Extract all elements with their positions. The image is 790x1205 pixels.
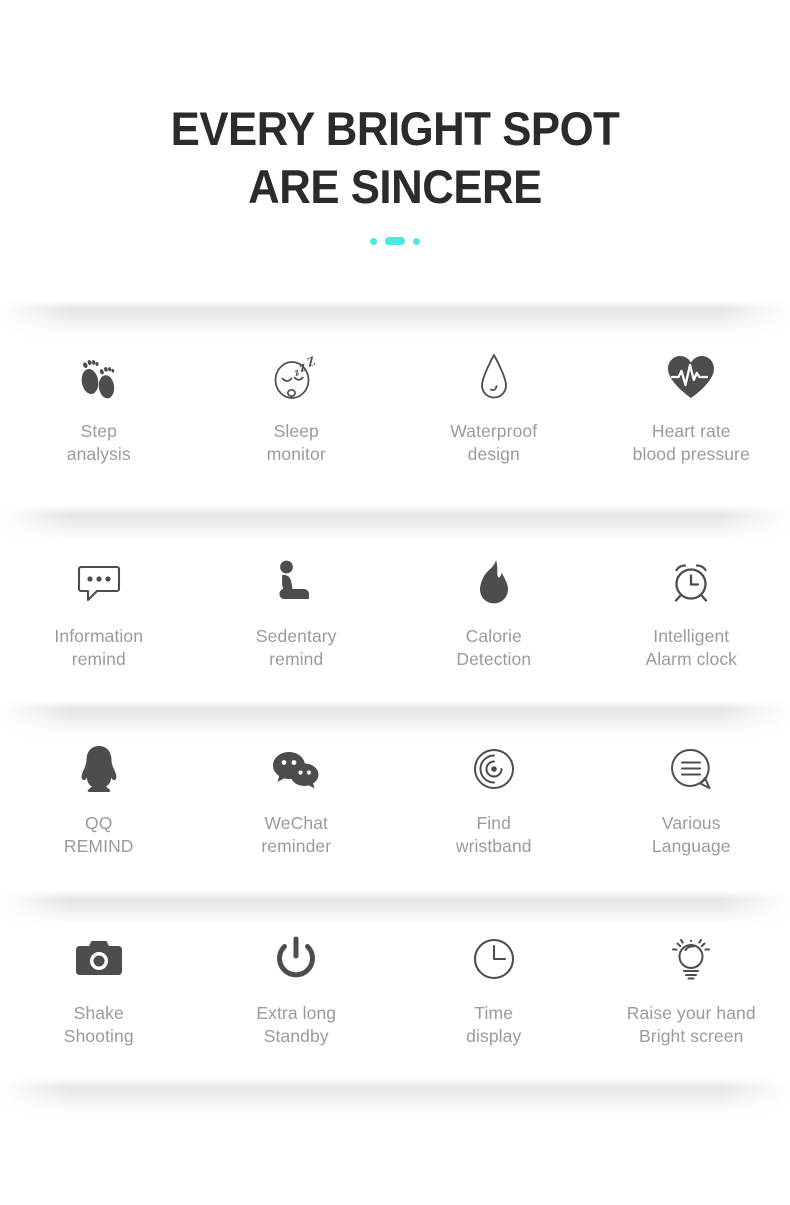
feature-heart-rate[interactable]: Heart rate blood pressure <box>593 348 790 466</box>
feature-intelligent-alarm-clock[interactable]: Intelligent Alarm clock <box>593 553 790 671</box>
feature-row-2: Information remind Sedentary remind Calo… <box>0 553 790 671</box>
feature-label: Sleep monitor <box>266 421 326 464</box>
feature-extra-long-standby[interactable]: Extra long Standby <box>198 930 396 1048</box>
feature-calorie-detection[interactable]: Calorie Detection <box>395 553 593 671</box>
feature-label: Time display <box>466 1003 522 1046</box>
sleeping-face-icon: z z Z <box>268 348 324 406</box>
feature-label: Shake Shooting <box>63 1003 134 1046</box>
light-bulb-icon <box>666 930 716 988</box>
feature-label: Intelligent Alarm clock <box>645 626 738 669</box>
feature-label: Extra long Standby <box>256 1003 337 1046</box>
feature-sleep-monitor[interactable]: z z Z Sleep monitor <box>198 348 396 466</box>
feature-label: Raise your hand Bright screen <box>626 1003 756 1046</box>
feature-find-wristband[interactable]: Find wristband <box>395 740 593 858</box>
feature-label: Information remind <box>54 626 144 669</box>
camera-icon <box>73 930 125 988</box>
feature-time-display[interactable]: Time display <box>395 930 593 1048</box>
feature-label: Various Language <box>651 813 731 856</box>
feature-wechat-reminder[interactable]: WeChat reminder <box>198 740 396 858</box>
feature-waterproof-design[interactable]: Waterproof design <box>395 348 593 466</box>
feature-qq-remind[interactable]: QQ REMIND <box>0 740 198 858</box>
feature-row-4: Shake Shooting Extra long Standby Time d… <box>0 930 790 1048</box>
feature-sedentary-remind[interactable]: Sedentary remind <box>198 553 396 671</box>
dot-right-icon <box>413 237 420 245</box>
feature-row-1: Step analysis z z Z Sleep monitor Waterp… <box>0 348 790 466</box>
feature-row-3: QQ REMIND WeChat reminder Find wristband… <box>0 740 790 858</box>
feature-label: Waterproof design <box>450 421 538 464</box>
separator-band-2 <box>0 505 790 547</box>
decorative-dots <box>0 236 790 246</box>
separator-band-5 <box>0 1078 790 1120</box>
feature-raise-hand-bright-screen[interactable]: Raise your hand Bright screen <box>593 930 790 1048</box>
qq-penguin-icon <box>76 740 122 798</box>
feature-label: Step analysis <box>66 421 131 464</box>
feature-shake-shooting[interactable]: Shake Shooting <box>0 930 198 1048</box>
page-header: EVERY BRIGHT SPOT ARE SINCERE <box>0 100 790 246</box>
speech-bubble-dots-icon <box>73 553 125 611</box>
feature-label: Calorie Detection <box>456 626 532 669</box>
feature-label: Heart rate blood pressure <box>632 421 750 464</box>
feature-label: Sedentary remind <box>255 626 337 669</box>
feature-information-remind[interactable]: Information remind <box>0 553 198 671</box>
feature-page: EVERY BRIGHT SPOT ARE SINCERE Step analy… <box>0 0 790 1205</box>
separator-band-1 <box>0 300 790 342</box>
page-title: EVERY BRIGHT SPOT ARE SINCERE <box>170 102 620 213</box>
language-bubble-icon <box>667 740 715 798</box>
footprints-icon <box>73 348 125 406</box>
separator-band-3 <box>0 700 790 742</box>
feature-label: Find wristband <box>455 813 532 856</box>
radar-find-icon <box>469 740 519 798</box>
feature-step-analysis[interactable]: Step analysis <box>0 348 198 466</box>
power-icon <box>272 930 320 988</box>
separator-band-4 <box>0 890 790 932</box>
clock-icon <box>470 930 518 988</box>
wechat-bubbles-icon <box>269 740 323 798</box>
seated-person-icon <box>270 553 322 611</box>
feature-label: WeChat reminder <box>261 813 332 856</box>
heart-rate-icon <box>665 348 717 406</box>
feature-label: QQ REMIND <box>63 813 134 856</box>
dot-center-icon <box>385 237 405 245</box>
alarm-clock-icon <box>666 553 716 611</box>
water-drop-icon <box>474 348 514 406</box>
dot-left-icon <box>370 237 377 245</box>
flame-icon <box>474 553 514 611</box>
feature-various-language[interactable]: Various Language <box>593 740 790 858</box>
